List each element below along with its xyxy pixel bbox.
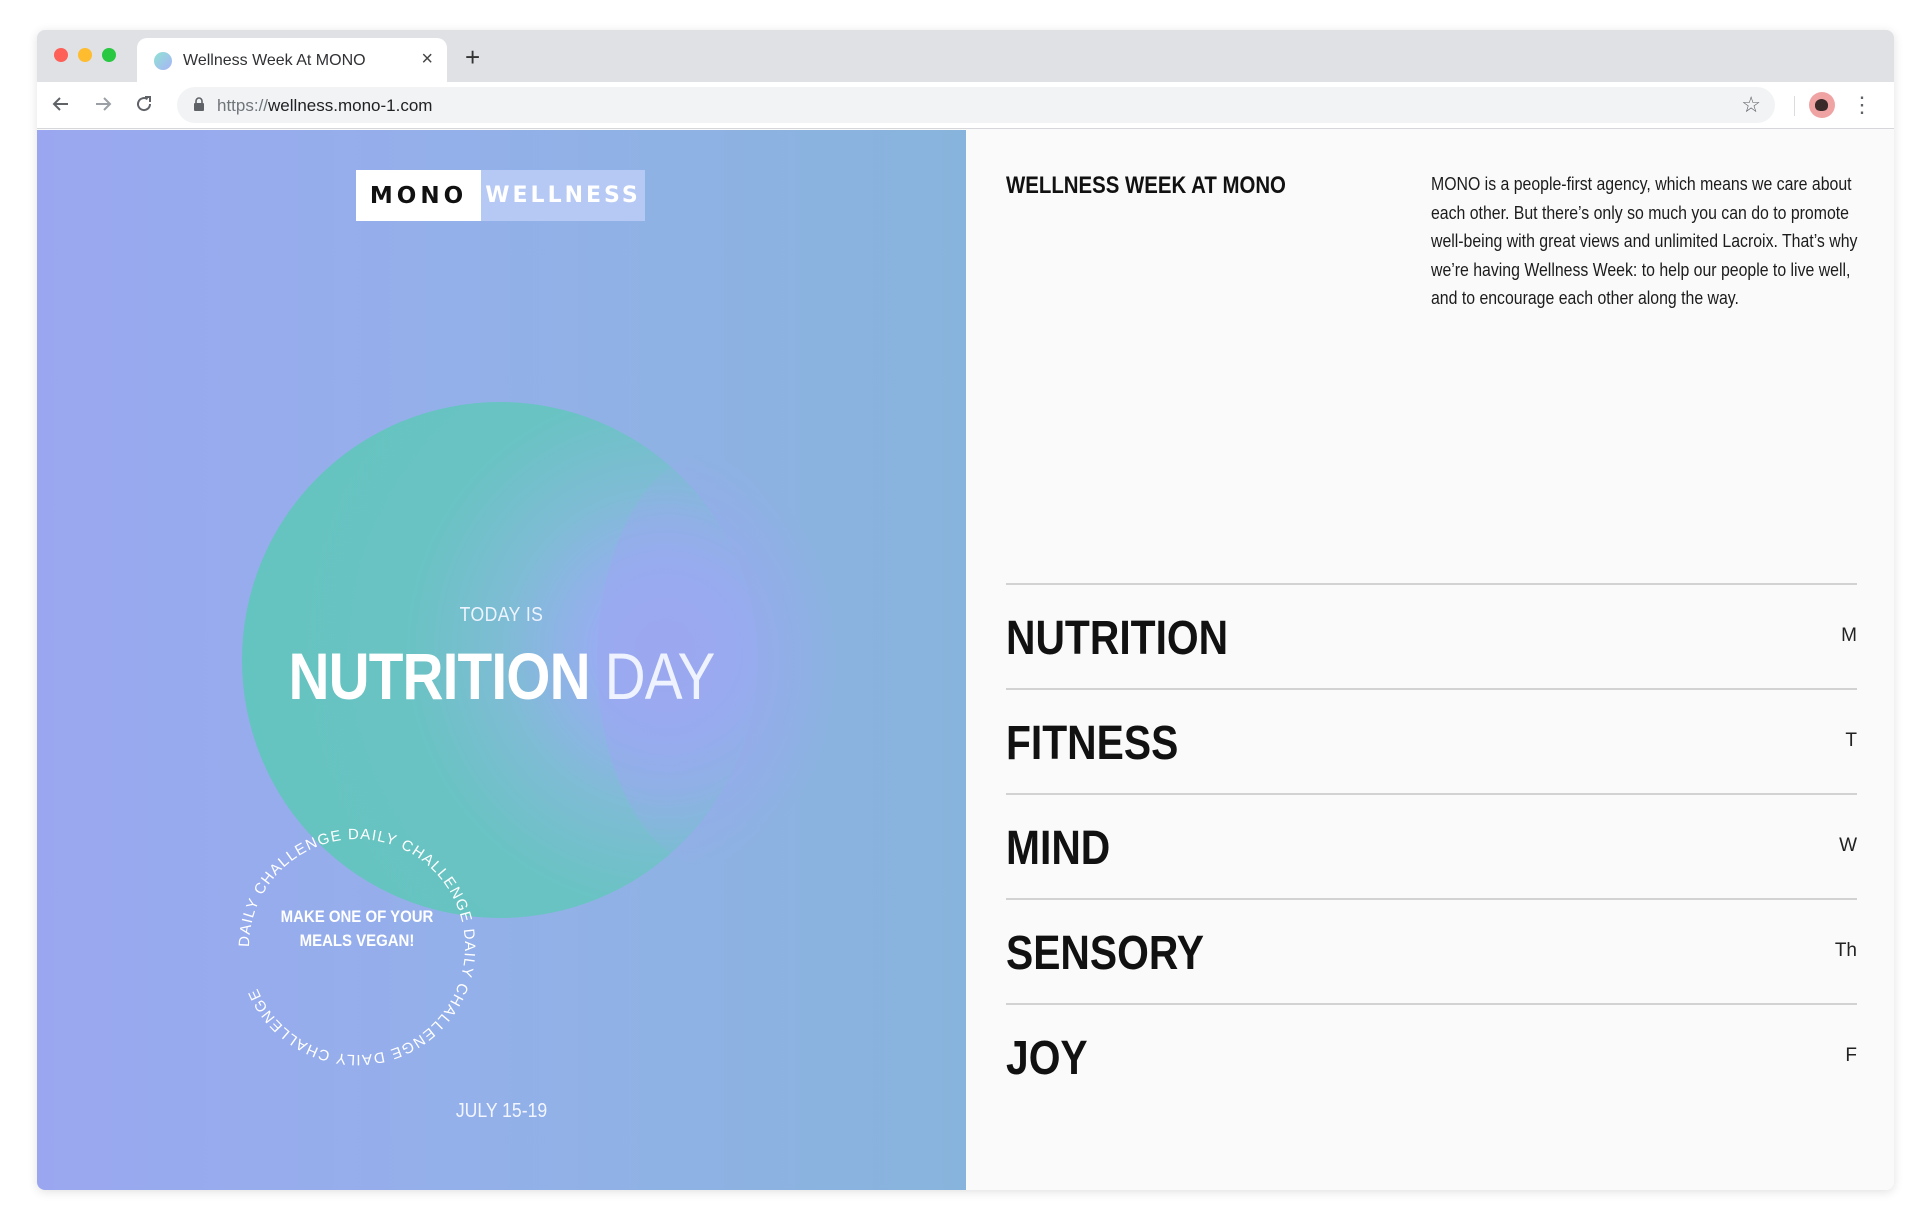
arrow-right-icon xyxy=(96,97,112,111)
challenge-line-2: MEALS VEGAN! xyxy=(299,931,415,950)
eyebrow-text: TODAY IS xyxy=(459,604,544,626)
reload-button[interactable] xyxy=(130,90,158,118)
page-content: MONO WELLNESS TODAY IS NUTRITION DAY DAI… xyxy=(37,130,1894,1190)
forward-button[interactable] xyxy=(89,90,117,118)
info-panel: WELLNESS WEEK AT MONO MONO is a people-f… xyxy=(966,130,1894,1190)
challenge-line-1: MAKE ONE OF YOUR xyxy=(280,907,434,926)
browser-window: Wellness Week At MONO × + https://wellne… xyxy=(37,30,1894,1190)
day-name: MIND xyxy=(1006,822,1111,875)
challenge-text: MAKE ONE OF YOUR MEALS VEGAN! xyxy=(256,905,458,953)
star-icon[interactable]: ☆ xyxy=(1741,93,1761,117)
day-row-nutrition[interactable]: NUTRITION M xyxy=(1006,583,1857,688)
day-row-sensory[interactable]: SENSORY Th xyxy=(1006,898,1857,1003)
day-abbr: M xyxy=(1841,625,1857,646)
day-abbr: W xyxy=(1839,835,1857,856)
day-abbr: Th xyxy=(1834,940,1857,961)
event-dates: JULY 15-19 xyxy=(455,1100,548,1122)
url-scheme: https:// xyxy=(217,96,269,115)
brand-mono: MONO xyxy=(356,170,481,221)
reload-icon xyxy=(137,96,152,112)
toolbar-divider xyxy=(1794,96,1795,116)
address-bar[interactable]: https://wellness.mono-1.com ☆ xyxy=(177,87,1775,123)
day-list: NUTRITION M FITNESS T MIND W SENSORY Th … xyxy=(1006,583,1857,1108)
url-host: wellness.mono-1.com xyxy=(268,96,433,115)
day-abbr: F xyxy=(1845,1045,1857,1066)
tab-close-icon[interactable]: × xyxy=(421,48,433,70)
day-name: JOY xyxy=(1006,1032,1088,1085)
maximize-window-button[interactable] xyxy=(102,48,116,62)
new-tab-button[interactable]: + xyxy=(465,44,480,70)
url-text: https://wellness.mono-1.com xyxy=(217,96,432,116)
brand-wellness: WELLNESS xyxy=(481,170,645,221)
close-window-button[interactable] xyxy=(54,48,68,62)
day-row-fitness[interactable]: FITNESS T xyxy=(1006,688,1857,793)
intro-paragraph: MONO is a people-first agency, which mea… xyxy=(1431,174,1858,308)
day-name: SENSORY xyxy=(1006,927,1205,980)
profile-avatar[interactable] xyxy=(1809,92,1835,118)
headline: NUTRITION DAY xyxy=(102,638,901,714)
headline-bold: NUTRITION xyxy=(288,639,590,713)
minimize-window-button[interactable] xyxy=(78,48,92,62)
tab-strip: Wellness Week At MONO × + xyxy=(37,30,1894,82)
hero-panel: MONO WELLNESS TODAY IS NUTRITION DAY DAI… xyxy=(37,130,966,1190)
brand-logo[interactable]: MONO WELLNESS xyxy=(356,170,645,221)
arrow-left-icon xyxy=(52,97,68,111)
headline-light: DAY xyxy=(604,639,716,713)
day-name: NUTRITION xyxy=(1006,612,1229,665)
page-title: WELLNESS WEEK AT MONO xyxy=(1006,172,1286,199)
back-button[interactable] xyxy=(47,90,75,118)
tab-title: Wellness Week At MONO xyxy=(183,52,366,69)
favicon-icon xyxy=(154,52,172,70)
day-abbr: T xyxy=(1845,730,1857,751)
lock-icon xyxy=(194,97,204,111)
day-row-mind[interactable]: MIND W xyxy=(1006,793,1857,898)
browser-toolbar: https://wellness.mono-1.com ☆ ⋮ xyxy=(37,82,1894,129)
tab-wellness-week[interactable]: Wellness Week At MONO × xyxy=(137,38,447,82)
day-name: FITNESS xyxy=(1006,717,1179,770)
day-row-joy[interactable]: JOY F xyxy=(1006,1003,1857,1108)
kebab-menu-icon[interactable]: ⋮ xyxy=(1851,92,1873,118)
